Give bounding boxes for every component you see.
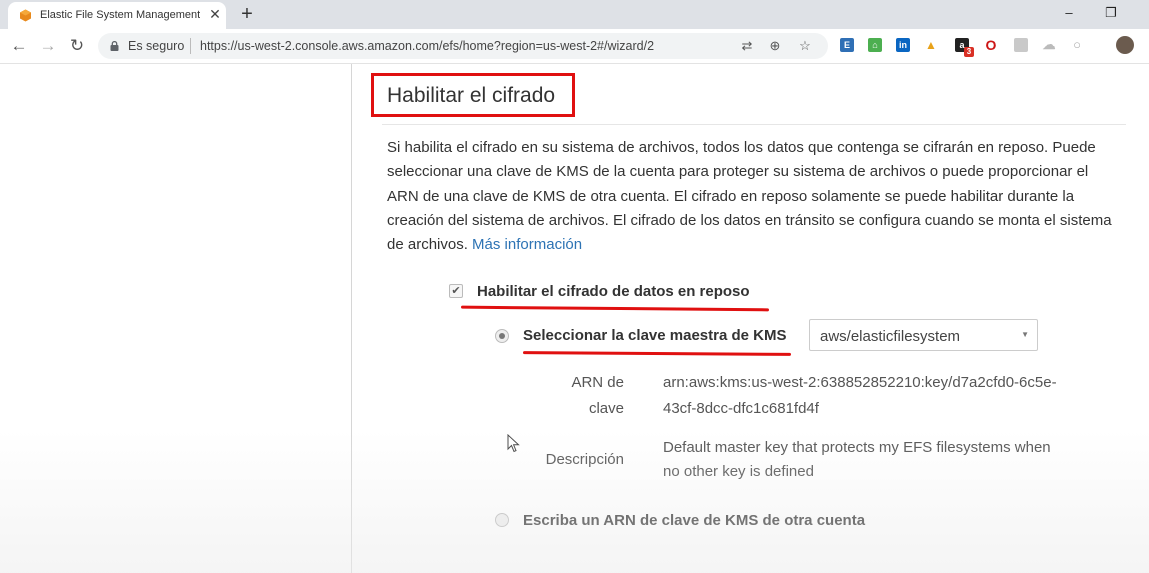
chevron-down-icon: ▼ bbox=[1021, 330, 1029, 339]
new-tab-button[interactable]: + bbox=[236, 3, 258, 25]
other-account-arn-label[interactable]: Escriba un ARN de clave de KMS de otra c… bbox=[523, 512, 865, 529]
more-info-link[interactable]: Más información bbox=[472, 236, 582, 253]
extension-grey-1-icon[interactable] bbox=[1014, 38, 1028, 52]
restore-window-button[interactable]: ❐ bbox=[1089, 0, 1133, 28]
browser-tab-strip: Elastic File System Management C ✕ + – ❐ bbox=[0, 0, 1149, 29]
enable-encryption-label[interactable]: Habilitar el cifrado de datos en reposo bbox=[477, 283, 750, 300]
aws-favicon-icon bbox=[20, 9, 31, 22]
linkedin-icon[interactable]: in bbox=[896, 38, 910, 52]
circle-extension-icon[interactable]: ○ bbox=[1070, 38, 1084, 52]
arn-label-line-2: clave bbox=[588, 400, 624, 417]
minimize-window-button[interactable]: – bbox=[1047, 0, 1091, 28]
drive-triangle-icon[interactable]: ▲ bbox=[924, 38, 938, 52]
content-left-divider bbox=[351, 64, 352, 573]
back-arrow-icon[interactable]: ← bbox=[7, 34, 31, 58]
browser-toolbar: ← → ↻ Es seguro https://us-west-2.consol… bbox=[0, 29, 1149, 64]
browser-tab[interactable]: Elastic File System Management C ✕ bbox=[8, 2, 226, 29]
address-bar[interactable]: Es seguro https://us-west-2.console.aws.… bbox=[98, 33, 828, 59]
arn-label-line-1: ARN de bbox=[571, 374, 624, 391]
forward-arrow-icon[interactable]: → bbox=[36, 34, 60, 58]
extension-badge: 3 bbox=[964, 47, 974, 57]
kms-key-select[interactable]: aws/elasticfilesystem ▼ bbox=[809, 319, 1038, 351]
address-separator bbox=[190, 38, 191, 54]
radio-selected-dot bbox=[499, 333, 505, 339]
zoom-icon[interactable]: ⊕ bbox=[766, 37, 784, 55]
annotation-underline-2 bbox=[522, 351, 792, 356]
description-label: Descripción bbox=[545, 451, 624, 468]
tab-title: Elastic File System Management C bbox=[40, 9, 200, 21]
description-value-line-1: Default master key that protects my EFS … bbox=[663, 439, 1051, 456]
arn-value-line-2: 43cf-8dcc-dfc1c681fd4f bbox=[663, 400, 819, 417]
kms-key-option-label[interactable]: Seleccionar la clave maestra de KMS bbox=[523, 327, 786, 344]
kms-key-radio[interactable] bbox=[495, 329, 509, 343]
kms-key-select-value: aws/elasticfilesystem bbox=[820, 328, 961, 345]
arn-value: arn:aws:kms:us-west-2:638852852210:key/d… bbox=[663, 371, 1057, 421]
url-text[interactable]: https://us-west-2.console.aws.amazon.com… bbox=[200, 39, 654, 53]
other-account-arn-radio[interactable] bbox=[495, 513, 509, 527]
lock-icon bbox=[110, 41, 119, 51]
title-divider bbox=[382, 124, 1126, 125]
section-description: Si habilita el cifrado en su sistema de … bbox=[387, 136, 1112, 257]
extension-2-icon[interactable]: ⌂ bbox=[868, 38, 882, 52]
section-title: Habilitar el cifrado bbox=[387, 84, 556, 107]
cloud-icon[interactable]: ☁ bbox=[1042, 38, 1056, 52]
mouse-cursor-icon bbox=[507, 434, 520, 453]
profile-avatar[interactable] bbox=[1116, 36, 1134, 54]
description-value-line-2: no other key is defined bbox=[663, 463, 814, 480]
enable-encryption-checkbox[interactable]: ✔ bbox=[449, 284, 463, 298]
annotation-underline-1 bbox=[460, 305, 770, 312]
tab-close-icon[interactable]: ✕ bbox=[206, 5, 224, 23]
security-label: Es seguro bbox=[128, 39, 185, 53]
extension-1-icon[interactable]: E bbox=[840, 38, 854, 52]
arn-value-line-1: arn:aws:kms:us-west-2:638852852210:key/d… bbox=[663, 374, 1057, 391]
description-value: Default master key that protects my EFS … bbox=[663, 436, 1051, 484]
opera-icon[interactable]: O bbox=[984, 38, 998, 52]
translate-icon[interactable]: ⇄ bbox=[738, 37, 756, 55]
reload-icon[interactable]: ↻ bbox=[65, 34, 89, 58]
arn-label: ARN de clave bbox=[540, 371, 624, 421]
bookmark-star-icon[interactable]: ☆ bbox=[796, 37, 814, 55]
